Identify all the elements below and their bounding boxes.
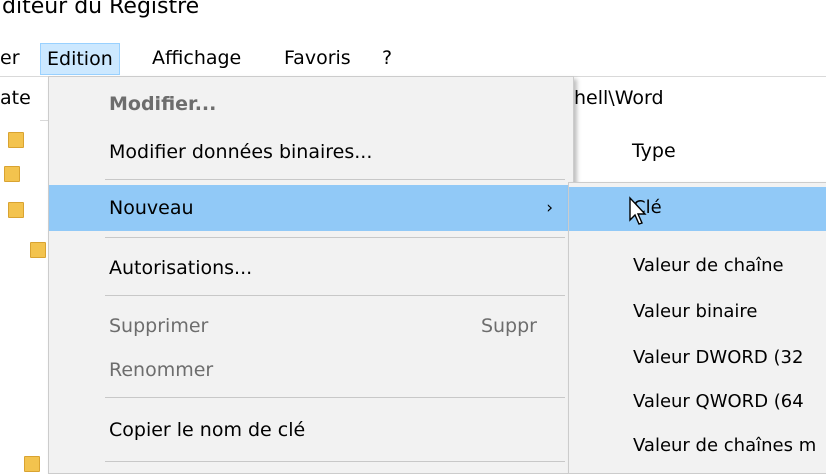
- menu-separator: [105, 461, 565, 462]
- nouveau-submenu: Clé Valeur de chaîne Valeur binaire Vale…: [568, 182, 826, 474]
- shortcut-label: Suppr: [480, 315, 537, 337]
- menu-edition[interactable]: Edition: [40, 43, 120, 75]
- menu-affichage[interactable]: Affichage: [146, 44, 247, 72]
- submenu-item-label: Valeur de chaîne: [633, 255, 784, 276]
- folder-icon: [24, 456, 40, 472]
- submenu-item-valeur-binaire[interactable]: Valeur binaire: [569, 291, 826, 335]
- submenu-item-label: Valeur DWORD (32: [633, 347, 804, 368]
- menu-item-nouveau[interactable]: Nouveau ›: [49, 185, 573, 231]
- menu-item-label: Autorisations...: [109, 257, 253, 279]
- menu-separator: [105, 179, 565, 180]
- submenu-item-cle[interactable]: Clé: [569, 187, 826, 231]
- mouse-pointer-icon: [629, 196, 647, 225]
- menu-item-autorisations[interactable]: Autorisations...: [49, 245, 573, 291]
- submenu-item-valeur-dword[interactable]: Valeur DWORD (32: [569, 337, 826, 381]
- menu-item-label: Modifier données binaires...: [109, 141, 373, 163]
- folder-icon: [30, 242, 46, 258]
- menu-item-label: Renommer: [109, 359, 214, 381]
- menu-item-copier-nom[interactable]: Copier le nom de clé: [49, 407, 573, 453]
- menu-item-supprimer[interactable]: Supprimer Suppr: [49, 303, 573, 349]
- submenu-item-label: Valeur QWORD (64: [633, 391, 804, 412]
- folder-icon: [8, 202, 24, 218]
- address-path: hell\Word: [574, 87, 664, 109]
- list-header: [574, 120, 826, 183]
- submenu-item-label: Valeur binaire: [633, 301, 758, 322]
- menu-item-label: Supprimer: [109, 315, 209, 337]
- address-left-fragment: ate: [0, 87, 31, 109]
- menu-bar: er Edition Affichage Favoris ?: [0, 36, 826, 76]
- menu-fichier[interactable]: er: [0, 44, 26, 72]
- submenu-item-valeur-chaine[interactable]: Valeur de chaîne: [569, 245, 826, 289]
- menu-separator: [105, 397, 565, 398]
- menu-item-label: Nouveau: [109, 197, 194, 219]
- menu-favoris[interactable]: Favoris: [278, 44, 357, 72]
- tree-pane[interactable]: [0, 120, 46, 472]
- submenu-item-valeur-chaines-multiples[interactable]: Valeur de chaînes m: [569, 425, 826, 469]
- column-type-header[interactable]: Type: [632, 140, 676, 162]
- folder-icon: [8, 132, 24, 148]
- menu-item-renommer[interactable]: Renommer: [49, 347, 573, 393]
- submenu-item-label: Valeur de chaînes m: [633, 435, 817, 456]
- menu-separator: [105, 295, 565, 296]
- submenu-item-valeur-qword[interactable]: Valeur QWORD (64: [569, 381, 826, 425]
- chevron-right-icon: ›: [546, 198, 553, 218]
- menu-item-modifier-binaire[interactable]: Modifier données binaires...: [49, 129, 573, 175]
- menu-separator: [105, 237, 565, 238]
- menu-help[interactable]: ?: [376, 44, 398, 72]
- edition-menu-dropdown: Modifier... Modifier données binaires...…: [48, 76, 574, 474]
- menu-item-label: Copier le nom de clé: [109, 419, 306, 441]
- folder-icon: [4, 166, 20, 182]
- title-bar: diteur du Registre: [0, 0, 826, 36]
- menu-item-label: Modifier...: [109, 93, 217, 115]
- menu-item-modifier[interactable]: Modifier...: [49, 81, 573, 127]
- window-title: diteur du Registre: [2, 0, 200, 19]
